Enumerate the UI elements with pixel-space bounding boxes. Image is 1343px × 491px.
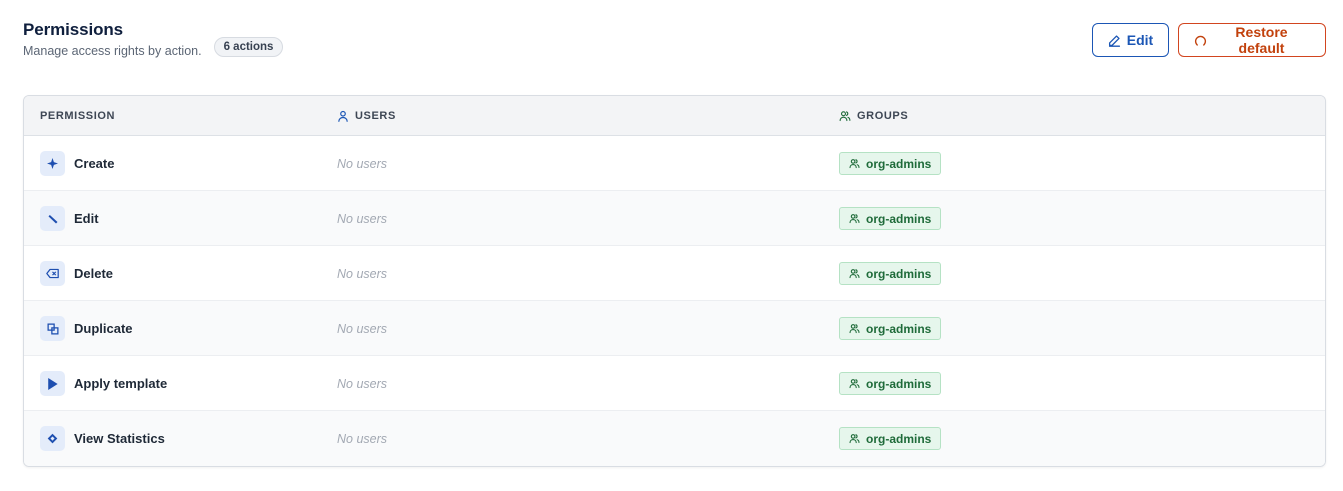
group-chip[interactable]: org-admins bbox=[839, 207, 942, 230]
table-row[interactable]: View Statistics No users org-admins bbox=[24, 411, 1325, 466]
group-chip[interactable]: org-admins bbox=[839, 317, 942, 340]
permissions-table: PERMISSION USERS GROUPS Create No users … bbox=[23, 95, 1326, 467]
group-chip-label: org-admins bbox=[866, 431, 932, 446]
users-cell: No users bbox=[337, 266, 388, 281]
column-header-permission: PERMISSION bbox=[40, 110, 116, 122]
users-cell: No users bbox=[337, 211, 388, 226]
restore-icon bbox=[1194, 34, 1207, 47]
group-icon bbox=[849, 268, 860, 279]
edit-button-label: Edit bbox=[1126, 32, 1154, 48]
table-row[interactable]: Edit No users org-admins bbox=[24, 191, 1325, 246]
permission-label: Duplicate bbox=[74, 321, 133, 336]
table-row[interactable]: Delete No users org-admins bbox=[24, 246, 1325, 301]
permission-cell: View Statistics bbox=[40, 411, 165, 466]
permission-label: Delete bbox=[74, 266, 114, 281]
group-chip-label: org-admins bbox=[866, 376, 932, 391]
permission-cell: Duplicate bbox=[40, 301, 133, 356]
table-header: PERMISSION USERS GROUPS bbox=[24, 96, 1325, 136]
diamond-icon bbox=[40, 426, 65, 451]
backspace-icon bbox=[40, 261, 65, 286]
column-header-users: USERS bbox=[337, 96, 396, 136]
play-icon bbox=[40, 371, 65, 396]
group-chip-label: org-admins bbox=[866, 266, 932, 281]
table-row[interactable]: Create No users org-admins bbox=[24, 136, 1325, 191]
permission-label: Apply template bbox=[74, 376, 168, 391]
actions-count-badge: 6 actions bbox=[213, 37, 284, 57]
permission-cell: Edit bbox=[40, 191, 99, 246]
users-cell: No users bbox=[337, 321, 388, 336]
group-icon bbox=[849, 433, 860, 444]
group-chip[interactable]: org-admins bbox=[839, 427, 942, 450]
table-row[interactable]: Duplicate No users org-admins bbox=[24, 301, 1325, 356]
page-header: Permissions Manage access rights by acti… bbox=[23, 20, 284, 58]
group-chip-label: org-admins bbox=[866, 321, 932, 336]
sparkle-icon bbox=[40, 151, 65, 176]
group-chip-label: org-admins bbox=[866, 211, 932, 226]
group-chip-label: org-admins bbox=[866, 156, 932, 171]
group-chip[interactable]: org-admins bbox=[839, 152, 942, 175]
restore-button-label: Restore default bbox=[1235, 24, 1288, 56]
group-chip[interactable]: org-admins bbox=[839, 372, 942, 395]
permission-cell: Delete bbox=[40, 246, 113, 301]
group-icon bbox=[839, 110, 851, 122]
user-icon bbox=[337, 110, 349, 122]
page-subtitle: Manage access rights by action. bbox=[23, 44, 202, 58]
group-icon bbox=[849, 378, 860, 389]
group-icon bbox=[849, 213, 860, 224]
subtitle-row: Manage access rights by action. 6 action… bbox=[23, 37, 284, 58]
group-icon bbox=[849, 158, 860, 169]
header-actions: Edit Restore default bbox=[1092, 23, 1326, 57]
permission-label: Create bbox=[74, 156, 115, 171]
group-icon bbox=[849, 323, 860, 334]
table-row[interactable]: Apply template No users org-admins bbox=[24, 356, 1325, 411]
restore-default-button[interactable]: Restore default bbox=[1178, 23, 1326, 57]
pencil-icon bbox=[40, 206, 65, 231]
permission-label: View Statistics bbox=[74, 431, 165, 446]
group-chip[interactable]: org-admins bbox=[839, 262, 942, 285]
edit-button[interactable]: Edit bbox=[1092, 23, 1169, 57]
permission-label: Edit bbox=[74, 211, 99, 226]
users-cell: No users bbox=[337, 431, 388, 446]
permission-cell: Create bbox=[40, 136, 114, 191]
column-header-groups: GROUPS bbox=[839, 96, 908, 136]
users-cell: No users bbox=[337, 156, 388, 171]
permission-cell: Apply template bbox=[40, 356, 167, 411]
copy-icon bbox=[40, 316, 65, 341]
pencil-icon bbox=[1108, 34, 1121, 47]
users-cell: No users bbox=[337, 376, 388, 391]
